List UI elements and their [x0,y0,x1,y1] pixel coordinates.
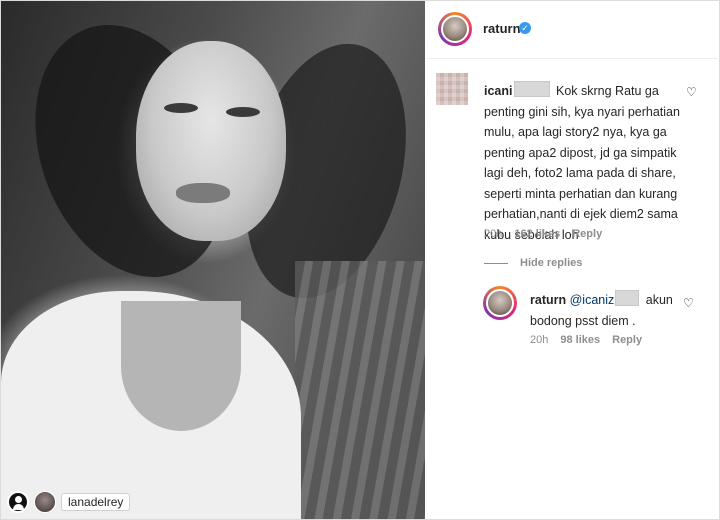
comment-time: 20h [484,228,503,240]
hide-replies-divider [484,263,508,264]
tagged-user-avatar[interactable] [34,491,56,513]
reply-body: raturn @icaniz akun bodong psst diem . [530,290,680,332]
reply-username[interactable]: raturn [530,293,566,307]
photo-face [136,41,286,241]
reply-likes[interactable]: 98 likes [560,334,600,346]
verified-badge-icon: ✓ [519,22,531,34]
hide-replies-button[interactable]: Hide replies [520,257,582,269]
reply-meta: 20h 98 likes Reply [530,334,642,346]
photo-eye-right [226,107,260,117]
commenter-avatar[interactable] [436,73,468,105]
post-photo[interactable]: lanadelrey [1,1,425,519]
tagged-user-label[interactable]: lanadelrey [61,493,131,511]
author-avatar[interactable] [438,12,472,46]
photo-background-rug [295,261,425,519]
tagged-user-bar: lanadelrey [7,491,131,513]
instagram-post: lanadelrey raturn ✓ icani Kok skrng Ratu… [0,0,720,520]
comment-reply-button[interactable]: Reply [572,228,602,240]
reply-reply-button[interactable]: Reply [612,334,642,346]
comment-likes[interactable]: 162 likes [514,228,560,240]
heart-outline-icon[interactable]: ♡ [683,296,694,310]
comments-panel: raturn ✓ icani Kok skrng Ratu ga penting… [426,1,720,519]
user-tag-icon[interactable] [7,491,29,513]
comment-meta: 20h 162 likes Reply [484,228,602,240]
reply-author-avatar[interactable] [483,286,517,320]
photo-lips [176,183,230,203]
photo-eye-left [164,103,198,113]
heart-outline-icon[interactable]: ♡ [686,85,697,99]
post-header: raturn ✓ [426,1,720,59]
author-username[interactable]: raturn [483,21,521,36]
comment-body: icani Kok skrng Ratu ga penting gini sih… [484,81,689,245]
comment-text: Kok skrng Ratu ga penting gini sih, kya … [484,84,680,242]
reply-time: 20h [530,334,549,346]
commenter-username[interactable]: icani [484,84,513,98]
reply-mention[interactable]: @icaniz [570,293,615,307]
photo-neckline [121,301,241,431]
censor-block [513,81,550,97]
censor-block [615,290,640,306]
